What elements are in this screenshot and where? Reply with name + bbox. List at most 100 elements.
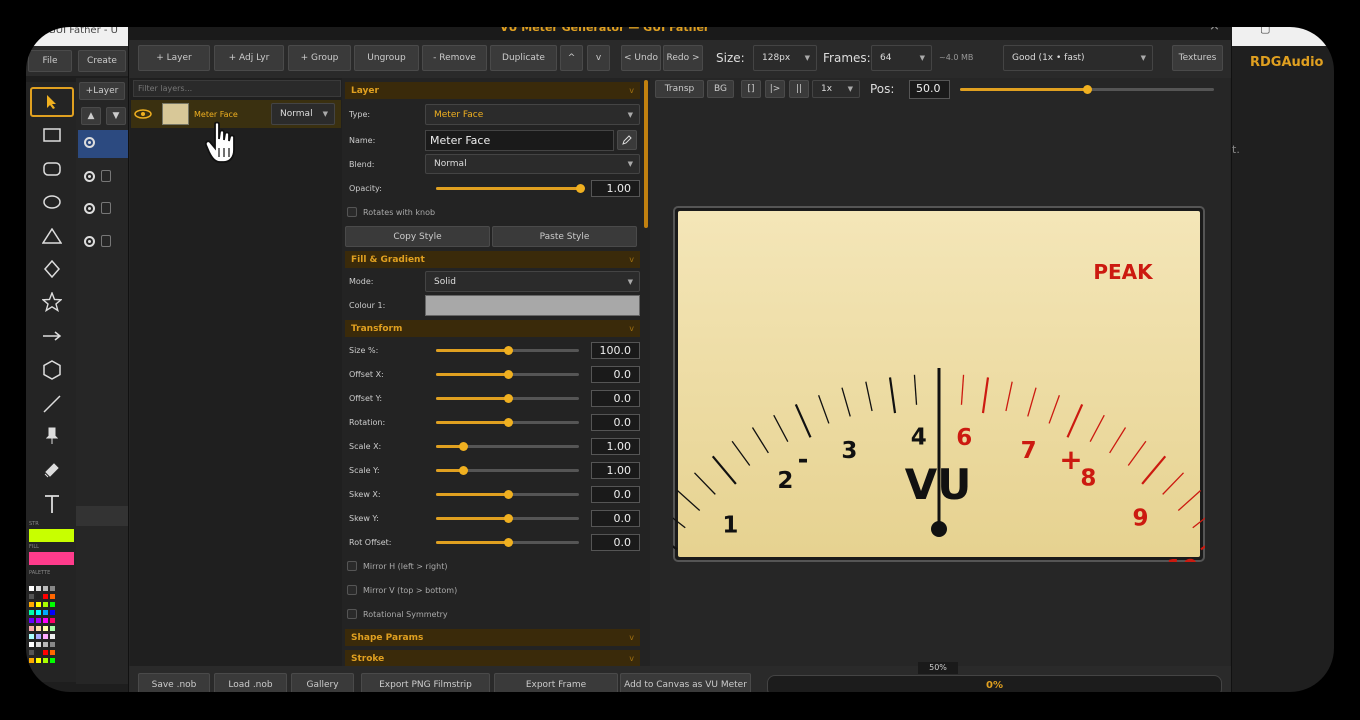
bg-min-icon[interactable]: ▢ [1260, 22, 1270, 35]
transform-slider[interactable] [436, 442, 579, 451]
transform-slider[interactable] [436, 466, 579, 475]
blend-select[interactable]: Normal ▼ [425, 154, 640, 174]
transform-slider-knob[interactable] [504, 394, 513, 403]
palette-swatch[interactable] [36, 626, 41, 631]
position-slider[interactable] [960, 85, 1214, 94]
colour-1-swatch[interactable] [425, 295, 640, 316]
opacity-slider[interactable] [436, 184, 585, 193]
add-group-button[interactable]: + Group [288, 45, 351, 71]
palette-swatch[interactable] [50, 650, 55, 655]
redo-button[interactable]: Redo > [663, 45, 703, 71]
menu-create[interactable]: Create [78, 50, 126, 72]
transform-value[interactable]: 0.0 [591, 486, 640, 503]
palette-swatch[interactable] [43, 586, 48, 591]
rounded-rect-tool[interactable] [32, 155, 72, 183]
transform-value[interactable]: 0.0 [591, 510, 640, 527]
outer-add-layer-button[interactable]: +Layer [79, 82, 125, 100]
diamond-tool[interactable] [32, 255, 72, 283]
background-button[interactable]: BG [707, 80, 734, 98]
add-layer-button[interactable]: + Layer [138, 45, 210, 71]
transform-slider-knob[interactable] [504, 490, 513, 499]
transform-slider[interactable] [436, 514, 579, 523]
transform-slider[interactable] [436, 394, 579, 403]
transform-slider-knob[interactable] [504, 346, 513, 355]
rectangle-tool[interactable] [32, 121, 72, 149]
transform-slider-knob[interactable] [504, 370, 513, 379]
text-tool[interactable] [32, 490, 72, 518]
palette-swatch[interactable] [43, 642, 48, 647]
transform-value[interactable]: 1.00 [591, 462, 640, 479]
palette-swatch[interactable] [36, 594, 41, 599]
palette-swatch[interactable] [43, 650, 48, 655]
quality-select[interactable]: Good (1x • fast) ▼ [1003, 45, 1153, 71]
line-tool[interactable] [32, 390, 72, 418]
shape-params-header[interactable]: Shape Params v [345, 629, 640, 646]
opacity-value[interactable]: 1.00 [591, 180, 640, 197]
layer-section-header[interactable]: Layer v [345, 82, 640, 99]
undo-button[interactable]: < Undo [621, 45, 661, 71]
palette-swatch[interactable] [50, 618, 55, 623]
eye-icon[interactable] [84, 171, 95, 182]
transform-slider[interactable] [436, 370, 579, 379]
pause-button[interactable]: || [789, 80, 809, 98]
transform-value[interactable]: 1.00 [591, 438, 640, 455]
adj-layer-button[interactable]: + Adj Lyr [214, 45, 284, 71]
export-frame-button[interactable]: Export Frame [494, 673, 618, 697]
speed-select[interactable]: 1x ▼ [812, 80, 860, 98]
palette-swatch[interactable] [36, 586, 41, 591]
palette-swatch[interactable] [43, 658, 48, 663]
play-button[interactable]: |> [765, 80, 785, 98]
palette-swatch[interactable] [50, 610, 55, 615]
rotational-symmetry-checkbox[interactable] [347, 609, 357, 619]
palette-swatch[interactable] [50, 594, 55, 599]
palette-swatch[interactable] [29, 626, 34, 631]
layer-blend-select[interactable]: Normal ▼ [271, 103, 335, 125]
export-filmstrip-button[interactable]: Export PNG Filmstrip [361, 673, 490, 697]
pin-tool[interactable] [32, 422, 72, 450]
duplicate-button[interactable]: Duplicate [490, 45, 557, 71]
transform-slider-knob[interactable] [504, 514, 513, 523]
transform-slider[interactable] [436, 538, 579, 547]
eye-icon[interactable] [84, 203, 95, 214]
name-input[interactable]: Meter Face [425, 130, 614, 151]
load-nob-button[interactable]: Load .nob [214, 673, 287, 697]
transform-value[interactable]: 0.0 [591, 390, 640, 407]
palette-swatch[interactable] [50, 602, 55, 607]
position-value[interactable]: 50.0 [909, 80, 950, 99]
lock-icon[interactable] [101, 235, 111, 247]
palette-swatch[interactable] [50, 626, 55, 631]
stop-button[interactable]: [] [741, 80, 761, 98]
frames-select[interactable]: 64 ▼ [871, 45, 932, 71]
outer-move-down-button[interactable]: ▼ [106, 107, 126, 125]
color-palette[interactable] [29, 586, 69, 676]
palette-swatch[interactable] [29, 610, 34, 615]
dialog-close-icon[interactable]: × [1209, 19, 1220, 34]
palette-swatch[interactable] [29, 658, 34, 663]
palette-swatch[interactable] [43, 626, 48, 631]
palette-swatch[interactable] [36, 658, 41, 663]
stroke-header[interactable]: Stroke v [345, 650, 640, 667]
arrow-tool[interactable] [32, 322, 72, 350]
transform-slider-knob[interactable] [459, 442, 468, 451]
palette-swatch[interactable] [43, 602, 48, 607]
transform-value[interactable]: 0.0 [591, 366, 640, 383]
palette-swatch[interactable] [36, 618, 41, 623]
palette-swatch[interactable] [43, 610, 48, 615]
rotates-with-knob-checkbox[interactable] [347, 207, 357, 217]
transform-value[interactable]: 0.0 [591, 534, 640, 551]
remove-layer-button[interactable]: - Remove [422, 45, 487, 71]
select-tool[interactable] [30, 87, 74, 117]
palette-swatch[interactable] [36, 634, 41, 639]
palette-swatch[interactable] [36, 602, 41, 607]
triangle-tool[interactable] [32, 222, 72, 250]
palette-swatch[interactable] [50, 642, 55, 647]
palette-swatch[interactable] [29, 634, 34, 639]
opacity-slider-knob[interactable] [576, 184, 585, 193]
transform-value[interactable]: 0.0 [591, 414, 640, 431]
transform-header[interactable]: Transform v [345, 320, 640, 337]
palette-swatch[interactable] [50, 658, 55, 663]
palette-swatch[interactable] [36, 642, 41, 647]
transform-value[interactable]: 100.0 [591, 342, 640, 359]
gallery-button[interactable]: Gallery [291, 673, 354, 697]
fill-gradient-header[interactable]: Fill & Gradient v [345, 251, 640, 268]
